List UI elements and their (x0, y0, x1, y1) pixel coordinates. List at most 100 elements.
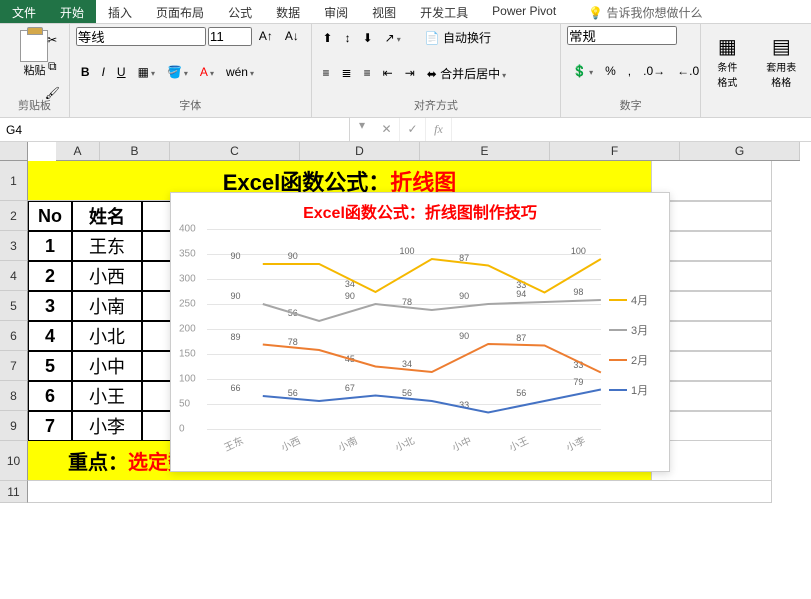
table-cell[interactable] (652, 321, 772, 351)
row-header-6[interactable]: 6 (0, 321, 28, 351)
font-color-button[interactable]: A (195, 62, 219, 82)
tab-home[interactable]: 开始 (48, 0, 96, 23)
ribbon: 粘贴 ✂ ⧉ 🖌 剪贴板 A↑ A↓ B I U ▦ 🪣 A wén 字体 ⬆ (0, 24, 811, 118)
increase-indent-icon[interactable]: ⇥ (400, 63, 420, 83)
row-header-11[interactable]: 11 (0, 481, 28, 503)
col-header-c[interactable]: C (170, 142, 300, 160)
underline-button[interactable]: U (112, 62, 131, 82)
col-header-e[interactable]: E (420, 142, 550, 160)
table-cell[interactable] (652, 261, 772, 291)
phonetic-button[interactable]: wén (221, 62, 259, 82)
tab-file[interactable]: 文件 (0, 0, 48, 23)
group-number: 数字 (567, 97, 694, 115)
bold-button[interactable]: B (76, 62, 95, 82)
table-cell[interactable] (652, 201, 772, 231)
fx-icon[interactable]: fx (426, 118, 452, 141)
chart-title: Excel函数公式：折线图制作技巧 (171, 193, 669, 225)
row-header-4[interactable]: 4 (0, 261, 28, 291)
row-header-5[interactable]: 5 (0, 291, 28, 321)
table-cell[interactable]: 小王 (72, 381, 142, 411)
col-header-d[interactable]: D (300, 142, 420, 160)
col-header-a[interactable]: A (56, 142, 100, 160)
align-bottom-icon[interactable]: ⬇ (358, 28, 378, 48)
cut-icon[interactable]: ✂ (42, 30, 62, 50)
increase-decimal-icon[interactable]: .0→ (638, 61, 670, 81)
table-cell[interactable]: 5 (28, 351, 72, 381)
col-header-b[interactable]: B (100, 142, 170, 160)
table-cell[interactable]: 6 (28, 381, 72, 411)
currency-icon[interactable]: 💲 (567, 61, 598, 81)
tab-powerpivot[interactable]: Power Pivot (480, 0, 568, 23)
align-center-icon[interactable]: ≣ (337, 63, 357, 83)
italic-button[interactable]: I (97, 62, 110, 82)
table-cell[interactable] (652, 231, 772, 261)
row-header-7[interactable]: 7 (0, 351, 28, 381)
decrease-indent-icon[interactable]: ⇤ (378, 63, 398, 83)
header-name[interactable]: 姓名 (72, 201, 142, 231)
header-no[interactable]: No (28, 201, 72, 231)
chart-object[interactable]: Excel函数公式：折线图制作技巧 0501001502002503003504… (170, 192, 670, 472)
col-header-f[interactable]: F (550, 142, 680, 160)
fill-color-button[interactable]: 🪣 (162, 62, 193, 82)
number-format-select[interactable] (567, 26, 677, 45)
conditional-format-button[interactable]: ▦ 条件格式 (707, 30, 747, 93)
table-format-button[interactable]: ▤ 套用表格格 (758, 30, 805, 93)
align-right-icon[interactable]: ≡ (359, 63, 376, 83)
table-cell[interactable]: 小北 (72, 321, 142, 351)
table-cell[interactable]: 王东 (72, 231, 142, 261)
table-cell[interactable] (652, 381, 772, 411)
align-left-icon[interactable]: ≡ (318, 63, 335, 83)
cancel-icon[interactable]: ✕ (374, 118, 400, 141)
font-family-select[interactable] (76, 27, 206, 46)
decrease-decimal-icon[interactable]: ←.0 (672, 61, 704, 81)
table-cell[interactable]: 小南 (72, 291, 142, 321)
increase-font-icon[interactable]: A↑ (254, 26, 278, 46)
tell-me[interactable]: 💡 告诉我你想做什么 (576, 0, 714, 23)
format-painter-icon[interactable]: 🖌 (40, 83, 65, 103)
table-cell[interactable]: 4 (28, 321, 72, 351)
row-header-3[interactable]: 3 (0, 231, 28, 261)
font-size-select[interactable] (208, 27, 252, 46)
merge-button[interactable]: ⬌ 合并后居中 (422, 62, 511, 85)
chart-plot-area: 050100150200250300350400王东小西小南小北小中小王小李90… (179, 229, 605, 461)
row-header-1[interactable]: 1 (0, 161, 28, 201)
align-top-icon[interactable]: ⬆ (318, 28, 338, 48)
table-cell[interactable] (652, 291, 772, 321)
comma-icon[interactable]: , (623, 61, 636, 81)
table-cell[interactable]: 小西 (72, 261, 142, 291)
tab-insert[interactable]: 插入 (96, 0, 144, 23)
formula-input[interactable] (452, 118, 811, 141)
border-button[interactable]: ▦ (133, 62, 160, 82)
tab-dev[interactable]: 开发工具 (408, 0, 480, 23)
table-cell[interactable]: 小中 (72, 351, 142, 381)
select-all-corner[interactable] (0, 142, 28, 161)
confirm-icon[interactable]: ✓ (400, 118, 426, 141)
table-cell[interactable] (652, 411, 772, 441)
table-cell[interactable]: 3 (28, 291, 72, 321)
tab-data[interactable]: 数据 (264, 0, 312, 23)
percent-icon[interactable]: % (600, 61, 621, 81)
wrap-text-button[interactable]: 📄 自动换行 (420, 26, 496, 49)
group-align: 对齐方式 (318, 97, 555, 115)
table-cell[interactable]: 2 (28, 261, 72, 291)
name-box[interactable]: G4 (0, 118, 350, 141)
table-cell[interactable]: 7 (28, 411, 72, 441)
orientation-icon[interactable]: ↗ (380, 28, 406, 48)
copy-icon[interactable]: ⧉ (43, 56, 62, 77)
row-header-10[interactable]: 10 (0, 441, 28, 481)
row-header-9[interactable]: 9 (0, 411, 28, 441)
table-cell[interactable]: 1 (28, 231, 72, 261)
worksheet[interactable]: A B C D E F G 1 Excel函数公式：折线图 2 No 姓名 3 … (0, 142, 811, 503)
tab-view[interactable]: 视图 (360, 0, 408, 23)
table-cell[interactable] (652, 351, 772, 381)
table-cell[interactable]: 小李 (72, 411, 142, 441)
align-middle-icon[interactable]: ↕ (340, 28, 356, 48)
tab-review[interactable]: 审阅 (312, 0, 360, 23)
tab-layout[interactable]: 页面布局 (144, 0, 216, 23)
tab-formula[interactable]: 公式 (216, 0, 264, 23)
ribbon-tabs: 文件 开始 插入 页面布局 公式 数据 审阅 视图 开发工具 Power Piv… (0, 0, 811, 24)
decrease-font-icon[interactable]: A↓ (280, 26, 304, 46)
row-header-8[interactable]: 8 (0, 381, 28, 411)
col-header-g[interactable]: G (680, 142, 800, 160)
row-header-2[interactable]: 2 (0, 201, 28, 231)
